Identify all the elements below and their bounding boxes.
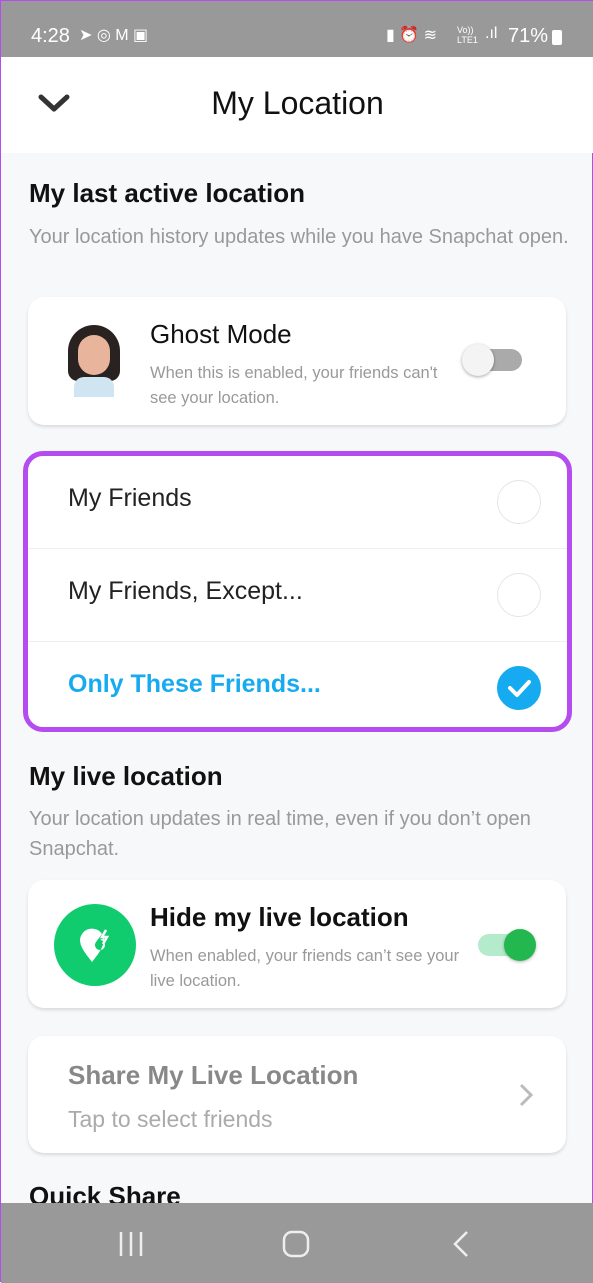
- share-live-location-button[interactable]: Share My Live Location Tap to select fri…: [28, 1036, 566, 1153]
- page-title: My Location: [211, 85, 384, 121]
- status-time: 4:28: [31, 25, 70, 47]
- signal-icon: .ıl: [485, 25, 498, 42]
- chevron-right-icon: [519, 1083, 534, 1107]
- location-off-icon: [54, 904, 136, 986]
- home-icon[interactable]: [282, 1230, 310, 1258]
- section-description: Your location history updates while you …: [29, 226, 569, 248]
- radio-button[interactable]: [497, 480, 541, 524]
- section-title: My live location: [29, 761, 223, 791]
- ghost-mode-title: Ghost Mode: [150, 319, 292, 349]
- radio-button[interactable]: [497, 573, 541, 617]
- back-icon[interactable]: [451, 1229, 471, 1259]
- header: My Location: [1, 57, 593, 153]
- hide-live-location-toggle[interactable]: [478, 929, 536, 961]
- option-only-these-friends[interactable]: Only These Friends...: [28, 642, 567, 727]
- radio-button-checked[interactable]: [497, 666, 541, 710]
- visibility-options: My Friends My Friends, Except... Only Th…: [23, 451, 572, 732]
- hide-live-location-title: Hide my live location: [150, 902, 409, 932]
- status-bar: 4:28 ➤ ◎ M ▣ ▮ ⏰ ≋ Vo)) LTE1 .ıl 71%: [1, 1, 593, 57]
- checkmark-icon: [507, 679, 531, 697]
- ghost-mode-description: When this is enabled, your friends can't…: [150, 364, 438, 407]
- battery-level: 71%: [508, 25, 549, 47]
- ghost-mode-card: Ghost Mode When this is enabled, your fr…: [28, 297, 566, 425]
- option-my-friends-except[interactable]: My Friends, Except...: [28, 549, 567, 642]
- section-title: My last active location: [29, 178, 305, 208]
- recent-apps-icon[interactable]: [117, 1230, 145, 1258]
- notification-icons: ➤ ◎ M ▣: [79, 27, 149, 44]
- section-description: Your location updates in real time, even…: [29, 808, 531, 860]
- share-title: Share My Live Location: [68, 1060, 359, 1090]
- ghost-mode-toggle[interactable]: [462, 344, 522, 376]
- battery-icon: [552, 30, 562, 45]
- network-label: Vo)) LTE1: [457, 25, 478, 45]
- avatar: [66, 325, 122, 397]
- hide-live-location-description: When enabled, your friends can’t see you…: [150, 947, 460, 990]
- navigation-bar: [1, 1203, 593, 1283]
- option-my-friends[interactable]: My Friends: [28, 456, 567, 549]
- share-subtitle: Tap to select friends: [68, 1106, 273, 1132]
- system-icons: ▮ ⏰ ≋: [386, 27, 438, 44]
- option-label: My Friends: [68, 484, 192, 512]
- hide-live-location-card: Hide my live location When enabled, your…: [28, 880, 566, 1008]
- option-label: Only These Friends...: [68, 670, 321, 698]
- option-label: My Friends, Except...: [68, 577, 303, 605]
